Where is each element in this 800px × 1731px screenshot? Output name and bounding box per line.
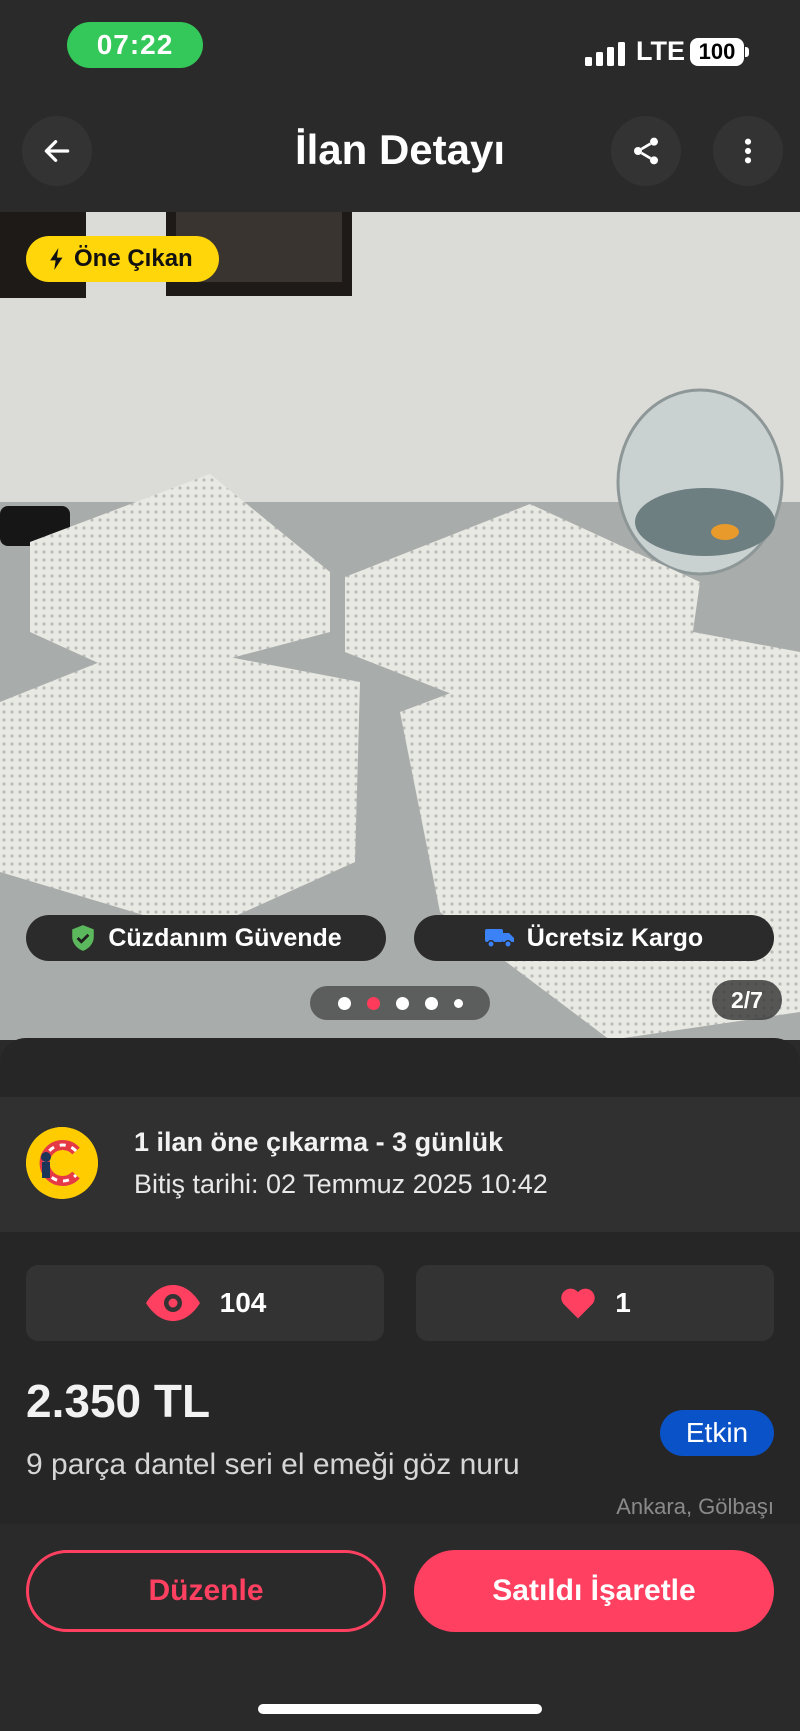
- battery-tip: [745, 47, 749, 57]
- heart-icon: [561, 1288, 595, 1319]
- signal-icon: [585, 40, 625, 66]
- likes-count: 1: [615, 1287, 631, 1318]
- listing-description: 9 parça dantel seri el emeği göz nuru: [26, 1448, 520, 1481]
- views-stat: 104: [26, 1265, 384, 1341]
- edit-button[interactable]: Düzenle: [26, 1550, 386, 1632]
- listing-location: Ankara, Gölbaşı: [616, 1494, 774, 1519]
- home-indicator[interactable]: [258, 1704, 542, 1714]
- bottom-action-bar: Düzenle Satıldı İşaretle: [0, 1524, 800, 1731]
- shield-check-icon: [72, 925, 95, 951]
- share-button[interactable]: [611, 116, 681, 186]
- lightning-icon: [50, 248, 63, 270]
- free-shipping-label: Ücretsiz Kargo: [526, 923, 704, 952]
- mark-sold-button[interactable]: Satıldı İşaretle: [414, 1550, 774, 1632]
- promo-title: 1 ilan öne çıkarma - 3 günlük: [134, 1127, 504, 1157]
- status-badge: Etkin: [660, 1410, 774, 1456]
- listing-photo[interactable]: Öne Çıkan Cüzdanım Güvende Ücretsiz Karg…: [0, 212, 800, 1040]
- status-bar: 07:22 LTE 100: [0, 0, 800, 100]
- featured-badge-label: Öne Çıkan: [74, 245, 193, 272]
- carousel-dot[interactable]: [337, 996, 351, 1010]
- app-header: İlan Detayı: [0, 100, 800, 212]
- wallet-safe-label: Cüzdanım Güvende: [108, 923, 342, 952]
- photo-counter: 2/7: [712, 980, 782, 1020]
- featured-badge: Öne Çıkan: [26, 236, 219, 282]
- more-vertical-icon: [744, 138, 752, 164]
- promo-expiry: Bitiş tarihi: 02 Temmuz 2025 10:42: [134, 1169, 548, 1199]
- carousel-dots[interactable]: [310, 986, 490, 1020]
- free-shipping-pill[interactable]: Ücretsiz Kargo: [414, 915, 774, 961]
- network-type: LTE: [636, 36, 685, 66]
- carousel-dot-active[interactable]: [366, 996, 380, 1010]
- promo-banner[interactable]: 1 ilan öne çıkarma - 3 günlük Bitiş tari…: [0, 1097, 800, 1232]
- likes-stat[interactable]: 1: [416, 1265, 774, 1341]
- battery-icon: 100: [690, 38, 744, 66]
- carousel-dot[interactable]: [424, 996, 438, 1010]
- status-time: 07:22: [67, 22, 203, 68]
- carousel-dot[interactable]: [453, 998, 463, 1008]
- carousel-dot[interactable]: [395, 996, 409, 1010]
- views-count: 104: [219, 1287, 267, 1318]
- eye-icon: [145, 1285, 200, 1321]
- listing-price: 2.350 TL: [26, 1375, 211, 1427]
- wallet-safe-pill[interactable]: Cüzdanım Güvende: [26, 915, 386, 961]
- promo-logo-icon: [26, 1127, 98, 1199]
- truck-icon: [484, 929, 514, 948]
- more-button[interactable]: [713, 116, 783, 186]
- share-icon: [634, 137, 658, 165]
